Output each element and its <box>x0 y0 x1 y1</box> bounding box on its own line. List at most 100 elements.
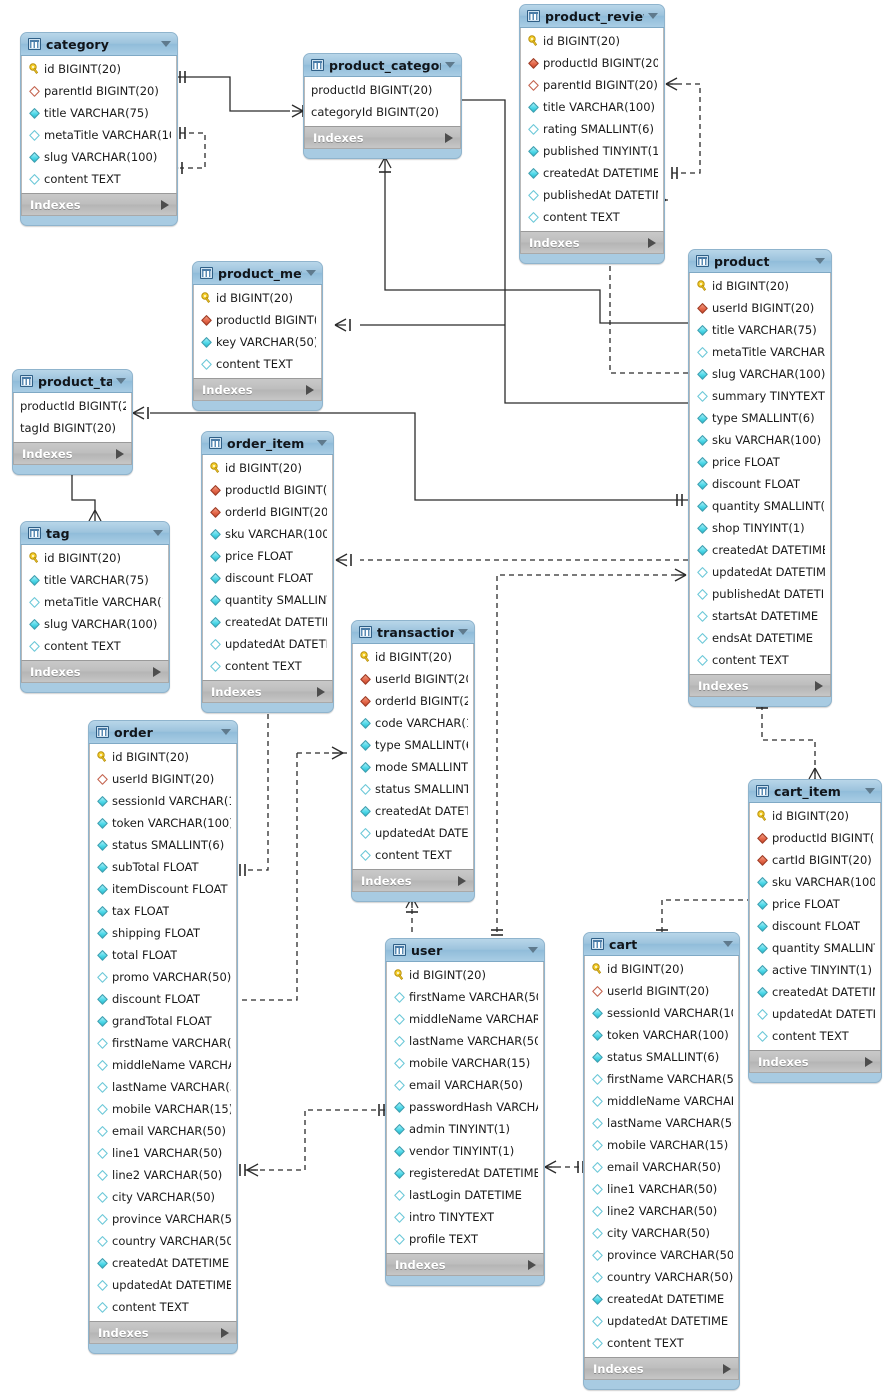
expand-right-icon[interactable] <box>221 1327 229 1338</box>
field-row[interactable]: updatedAt DATETIME <box>585 1310 738 1332</box>
table-header-product_category[interactable]: product_category <box>304 54 461 77</box>
field-row[interactable]: email VARCHAR(50) <box>387 1074 543 1096</box>
table-header-order_item[interactable]: order_item <box>202 432 333 455</box>
field-row[interactable]: title VARCHAR(75) <box>690 319 830 341</box>
chevron-down-icon[interactable] <box>116 378 126 384</box>
field-row[interactable]: line1 VARCHAR(50) <box>585 1178 738 1200</box>
field-row[interactable]: publishedAt DATETIME <box>521 184 663 206</box>
expand-right-icon[interactable] <box>445 132 453 143</box>
field-row[interactable]: registeredAt DATETIME <box>387 1162 543 1184</box>
field-row[interactable]: passwordHash VARCHAR(32) <box>387 1096 543 1118</box>
field-row[interactable]: discount FLOAT <box>750 915 880 937</box>
field-row[interactable]: orderId BIGINT(20) <box>203 501 332 523</box>
table-header-order[interactable]: order <box>89 721 237 744</box>
field-row[interactable]: intro TINYTEXT <box>387 1206 543 1228</box>
chevron-down-icon[interactable] <box>723 941 733 947</box>
field-row[interactable]: createdAt DATETIME <box>353 800 473 822</box>
table-card-cart_item[interactable]: cart_itemid BIGINT(20) productId BIGINT(2… <box>748 779 882 1083</box>
table-header-product[interactable]: product <box>689 250 831 273</box>
field-row[interactable]: quantity SMALLINT(6) <box>203 589 332 611</box>
field-row[interactable]: sessionId VARCHAR(100) <box>90 790 236 812</box>
field-row[interactable]: parentId BIGINT(20) <box>521 74 663 96</box>
field-row[interactable]: published TINYINT(1) <box>521 140 663 162</box>
field-row[interactable]: middleName VARCHAR(50) <box>585 1090 738 1112</box>
field-row[interactable]: productId BIGINT(20) <box>194 309 321 331</box>
field-row[interactable]: sku VARCHAR(100) <box>203 523 332 545</box>
field-row[interactable]: rating SMALLINT(6) <box>521 118 663 140</box>
field-row[interactable]: id BIGINT(20) <box>387 964 543 986</box>
expand-right-icon[interactable] <box>528 1259 536 1270</box>
field-row[interactable]: grandTotal FLOAT <box>90 1010 236 1032</box>
field-row[interactable]: mode SMALLINT(6) <box>353 756 473 778</box>
field-row[interactable]: content TEXT <box>22 168 176 190</box>
field-row[interactable]: cartId BIGINT(20) <box>750 849 880 871</box>
field-row[interactable]: id BIGINT(20) <box>690 275 830 297</box>
field-row[interactable]: admin TINYINT(1) <box>387 1118 543 1140</box>
field-row[interactable]: sessionId VARCHAR(100) <box>585 1002 738 1024</box>
field-row[interactable]: promo VARCHAR(50) <box>90 966 236 988</box>
field-row[interactable]: type SMALLINT(6) <box>690 407 830 429</box>
indexes-section-order_item[interactable]: Indexes <box>202 680 333 703</box>
field-row[interactable]: line2 VARCHAR(50) <box>585 1200 738 1222</box>
field-row[interactable]: content TEXT <box>585 1332 738 1354</box>
field-row[interactable]: content TEXT <box>22 635 168 657</box>
field-row[interactable]: metaTitle VARCHAR(100) <box>22 124 176 146</box>
field-row[interactable]: itemDiscount FLOAT <box>90 878 236 900</box>
table-header-product_review[interactable]: product_review <box>520 5 664 28</box>
expand-right-icon[interactable] <box>306 384 314 395</box>
indexes-section-category[interactable]: Indexes <box>21 193 177 216</box>
chevron-down-icon[interactable] <box>458 629 468 635</box>
table-header-category[interactable]: category <box>21 33 177 56</box>
field-row[interactable]: price FLOAT <box>690 451 830 473</box>
field-row[interactable]: id BIGINT(20) <box>90 746 236 768</box>
field-row[interactable]: profile TEXT <box>387 1228 543 1250</box>
chevron-down-icon[interactable] <box>865 788 875 794</box>
expand-right-icon[interactable] <box>458 875 466 886</box>
field-row[interactable]: productId BIGINT(20) <box>750 827 880 849</box>
table-card-category[interactable]: category id BIGINT(20) parentId BIGINT(20)… <box>20 32 178 226</box>
table-header-cart[interactable]: cart <box>584 933 739 956</box>
field-row[interactable]: token VARCHAR(100) <box>585 1024 738 1046</box>
field-row[interactable]: createdAt DATETIME <box>90 1252 236 1274</box>
field-row[interactable]: id BIGINT(20) <box>194 287 321 309</box>
field-row[interactable]: updatedAt DATETIME <box>750 1003 880 1025</box>
field-row[interactable]: discount FLOAT <box>90 988 236 1010</box>
field-row[interactable]: createdAt DATETIME <box>521 162 663 184</box>
field-row[interactable]: mobile VARCHAR(15) <box>90 1098 236 1120</box>
field-row[interactable]: updatedAt DATETIME <box>690 561 830 583</box>
chevron-down-icon[interactable] <box>161 41 171 47</box>
field-row[interactable]: metaTitle VARCHAR(100) <box>22 591 168 613</box>
field-row[interactable]: country VARCHAR(50) <box>90 1230 236 1252</box>
field-row[interactable]: productId BIGINT(20) <box>14 395 131 417</box>
field-row[interactable]: content TEXT <box>690 649 830 671</box>
field-row[interactable]: active TINYINT(1) <box>750 959 880 981</box>
field-row[interactable]: status SMALLINT(6) <box>585 1046 738 1068</box>
expand-right-icon[interactable] <box>153 666 161 677</box>
field-row[interactable]: token VARCHAR(100) <box>90 812 236 834</box>
field-row[interactable]: tagId BIGINT(20) <box>14 417 131 439</box>
field-row[interactable]: metaTitle VARCHAR(100) <box>690 341 830 363</box>
field-row[interactable]: lastName VARCHAR(50) <box>90 1076 236 1098</box>
indexes-section-product_tag[interactable]: Indexes <box>13 442 132 465</box>
field-row[interactable]: userId BIGINT(20) <box>353 668 473 690</box>
table-card-product_meta[interactable]: product_metaid BIGINT(20) productId BIGIN… <box>192 261 323 411</box>
field-row[interactable]: content TEXT <box>521 206 663 228</box>
field-row[interactable]: tax FLOAT <box>90 900 236 922</box>
field-row[interactable]: line2 VARCHAR(50) <box>90 1164 236 1186</box>
field-row[interactable]: id BIGINT(20) <box>22 58 176 80</box>
field-row[interactable]: content TEXT <box>194 353 321 375</box>
field-row[interactable]: slug VARCHAR(100) <box>22 613 168 635</box>
field-row[interactable]: total FLOAT <box>90 944 236 966</box>
field-row[interactable]: quantity SMALLINT(6) <box>690 495 830 517</box>
field-row[interactable]: userId BIGINT(20) <box>585 980 738 1002</box>
field-row[interactable]: title VARCHAR(75) <box>22 102 176 124</box>
table-header-transaction[interactable]: transaction <box>352 621 474 644</box>
field-row[interactable]: startsAt DATETIME <box>690 605 830 627</box>
expand-right-icon[interactable] <box>723 1363 731 1374</box>
table-card-tag[interactable]: tag id BIGINT(20) title VARCHAR(75) metaTit… <box>20 521 170 693</box>
field-row[interactable]: id BIGINT(20) <box>750 805 880 827</box>
field-row[interactable]: id BIGINT(20) <box>521 30 663 52</box>
field-row[interactable]: sku VARCHAR(100) <box>690 429 830 451</box>
field-row[interactable]: province VARCHAR(50) <box>585 1244 738 1266</box>
field-row[interactable]: userId BIGINT(20) <box>90 768 236 790</box>
